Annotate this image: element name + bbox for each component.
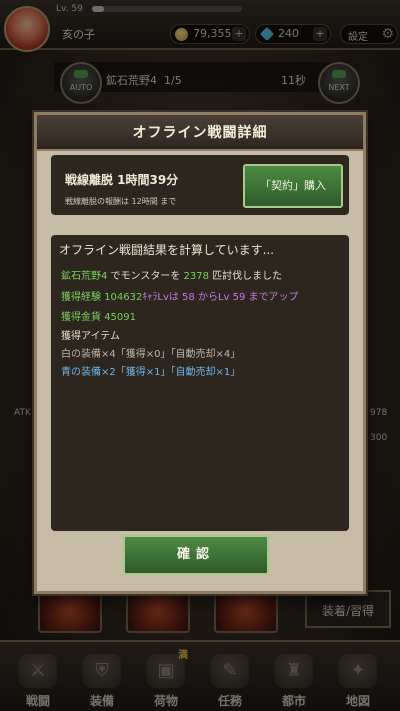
kill-result-line: 鉱石荒野4 でモンスターを 2378 匹討伐しました <box>61 271 283 282</box>
white-equip-result: 白の装備×4「獲得×0」「自動売却×4」 <box>61 349 241 360</box>
offline-battle-modal: オフライン戦闘詳細 戦線離脱 1時間39分 戦線離脱の報酬は 12時間 まで 「… <box>34 112 366 594</box>
reward-limit-note: 戦線離脱の報酬は 12時間 まで <box>65 197 177 206</box>
offline-time: 戦線離脱 1時間39分 <box>65 173 179 187</box>
confirm-button[interactable]: 確認 <box>123 535 269 575</box>
exp-result-line: 獲得経験 104632ｷｬﾗLvは 58 からLv 59 までアップ <box>61 292 299 303</box>
modal-title: オフライン戦闘詳細 <box>37 115 363 151</box>
battle-result-log: オフライン戦闘結果を計算しています... 鉱石荒野4 でモンスターを 2378 … <box>51 235 349 531</box>
calculating-text: オフライン戦闘結果を計算しています... <box>59 243 275 257</box>
gold-result-line: 獲得金貨 45091 <box>61 312 136 323</box>
buy-contract-button[interactable]: 「契約」購入 <box>243 164 343 208</box>
blue-equip-result: 青の装備×2「獲得×1」「自動売却×1」 <box>61 367 241 378</box>
offline-time-panel: 戦線離脱 1時間39分 戦線離脱の報酬は 12時間 まで 「契約」購入 <box>51 155 349 215</box>
items-header: 獲得アイテム <box>61 331 120 342</box>
